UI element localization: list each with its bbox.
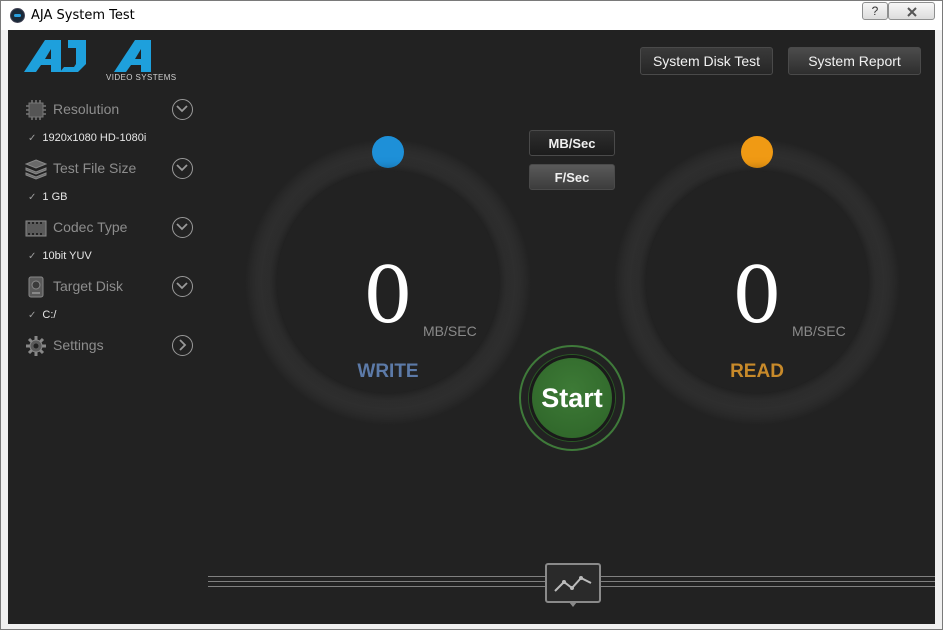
read-indicator-dot xyxy=(741,136,773,168)
read-unit: MB/SEC xyxy=(792,323,846,339)
resolution-value: 1920x1080 HD-1080i xyxy=(42,132,147,144)
start-button-ring: Start xyxy=(519,345,625,451)
write-gauge-face: 0 MB/SEC WRITE xyxy=(277,171,499,393)
gear-icon xyxy=(26,336,46,356)
sidebar-value-test-file-size: ✓ 1 GB xyxy=(28,191,67,205)
help-button[interactable]: ? xyxy=(862,2,888,20)
close-button[interactable] xyxy=(888,2,935,20)
graph-icon xyxy=(545,563,601,607)
sidebar-item-label: Settings xyxy=(53,337,104,353)
mb-sec-button[interactable]: MB/Sec xyxy=(529,130,615,156)
sidebar-value-resolution: ✓ 1920x1080 HD-1080i xyxy=(28,132,146,146)
close-icon xyxy=(906,7,917,17)
sidebar-item-label: Resolution xyxy=(53,101,120,117)
write-unit: MB/SEC xyxy=(423,323,477,339)
sidebar-item-target-disk[interactable]: Target Disk xyxy=(25,275,195,299)
system-report-button[interactable]: System Report xyxy=(788,47,921,75)
test-file-size-value: 1 GB xyxy=(42,191,68,203)
write-gauge: 0 MB/SEC WRITE xyxy=(245,136,531,425)
app-icon xyxy=(10,8,25,23)
chevron-down-icon[interactable] xyxy=(172,217,193,238)
sidebar-item-settings[interactable]: Settings xyxy=(25,334,195,358)
check-icon: ✓ xyxy=(28,310,37,321)
chevron-down-icon[interactable] xyxy=(172,99,193,120)
film-icon xyxy=(25,220,47,237)
start-button[interactable]: Start xyxy=(529,355,615,441)
check-icon: ✓ xyxy=(28,251,37,262)
check-icon: ✓ xyxy=(28,133,37,144)
write-label: WRITE xyxy=(357,361,419,382)
read-gauge-face: 0 MB/SEC READ xyxy=(646,171,868,393)
check-icon: ✓ xyxy=(28,192,37,203)
chip-icon xyxy=(26,100,46,120)
title-bar: AJA System Test ? xyxy=(1,1,942,30)
codec-type-value: 10bit YUV xyxy=(42,250,92,262)
main-panel: VIDEO SYSTEMS Resolution ✓ 1920x1080 HD-1… xyxy=(8,30,935,624)
sidebar-item-label: Target Disk xyxy=(53,278,124,294)
read-gauge: 0 MB/SEC READ xyxy=(614,136,900,425)
window-title: AJA System Test xyxy=(31,8,135,23)
graph-button[interactable] xyxy=(545,563,601,607)
app-window: AJA System Test ? VIDEO SYSTEMS Resoluti… xyxy=(0,0,943,630)
stack-icon xyxy=(25,159,47,180)
sidebar-value-target-disk: ✓ C:/ xyxy=(28,309,56,323)
sidebar-item-test-file-size[interactable]: Test File Size xyxy=(25,157,195,181)
read-label: READ xyxy=(730,361,784,382)
sidebar-item-resolution[interactable]: Resolution xyxy=(25,98,195,122)
disk-icon xyxy=(28,276,44,298)
logo-subtitle: VIDEO SYSTEMS xyxy=(106,73,177,82)
chevron-right-icon[interactable] xyxy=(172,335,193,356)
chevron-down-icon[interactable] xyxy=(172,158,193,179)
f-sec-button[interactable]: F/Sec xyxy=(529,164,615,190)
sidebar-item-label: Codec Type xyxy=(53,219,128,235)
write-indicator-dot xyxy=(372,136,404,168)
sidebar-value-codec-type: ✓ 10bit YUV xyxy=(28,250,92,264)
chevron-down-icon[interactable] xyxy=(172,276,193,297)
system-disk-test-button[interactable]: System Disk Test xyxy=(640,47,773,75)
sidebar-item-codec-type[interactable]: Codec Type xyxy=(25,216,195,240)
target-disk-value: C:/ xyxy=(42,309,57,321)
sidebar-item-label: Test File Size xyxy=(53,160,137,176)
